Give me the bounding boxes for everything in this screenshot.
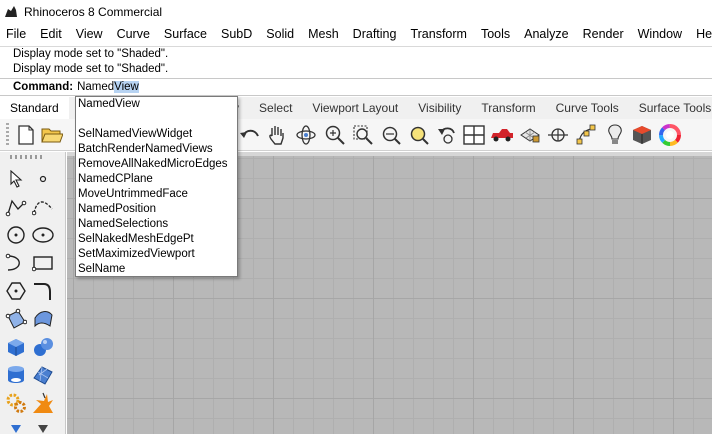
- autocomplete-item[interactable]: MoveUntrimmedFace: [76, 187, 237, 202]
- menu-tools[interactable]: Tools: [475, 27, 518, 41]
- fillet-icon[interactable]: [30, 278, 56, 304]
- tab-visibility[interactable]: Visibility: [408, 97, 471, 119]
- curve-icon[interactable]: [30, 194, 56, 220]
- tab-viewport-layout[interactable]: Viewport Layout: [302, 97, 408, 119]
- menu-render[interactable]: Render: [577, 27, 632, 41]
- sphere-solid-icon[interactable]: [30, 334, 56, 360]
- command-line[interactable]: Command: Named View: [0, 78, 712, 96]
- tab-select[interactable]: Select: [249, 97, 302, 119]
- zoom-extents-icon[interactable]: [377, 121, 405, 149]
- tab-standard[interactable]: Standard: [0, 97, 69, 119]
- mesh-surface-icon[interactable]: [30, 362, 56, 388]
- extrude-arrow-icon[interactable]: [3, 418, 29, 444]
- gear-icon[interactable]: [3, 390, 29, 416]
- menu-transform[interactable]: Transform: [404, 27, 475, 41]
- tab-surface-tools[interactable]: Surface Tools: [629, 97, 712, 119]
- undo-view-icon[interactable]: [433, 121, 461, 149]
- cylinder-icon[interactable]: [3, 362, 29, 388]
- menu-view[interactable]: View: [70, 27, 111, 41]
- new-file-icon[interactable]: [12, 121, 40, 149]
- autocomplete-item[interactable]: BatchRenderNamedViews: [76, 142, 237, 157]
- open-folder-icon[interactable]: [38, 121, 66, 149]
- rotate-view-icon[interactable]: [292, 121, 320, 149]
- title-bar: Rhinoceros 8 Commercial: [0, 0, 712, 24]
- surface-edge-icon[interactable]: [30, 306, 56, 332]
- autocomplete-item[interactable]: NamedSelections: [76, 217, 237, 232]
- car-render-icon[interactable]: [488, 121, 516, 149]
- point-icon[interactable]: [30, 166, 56, 192]
- surface-corner-icon[interactable]: [3, 306, 29, 332]
- rhino-logo-icon: [5, 6, 17, 17]
- menu-mesh[interactable]: Mesh: [302, 27, 347, 41]
- autocomplete-item[interactable]: SetMaximizedViewport: [76, 247, 237, 262]
- ellipse-icon[interactable]: [30, 222, 56, 248]
- box-solid-icon[interactable]: [3, 334, 29, 360]
- undo-icon[interactable]: [236, 121, 264, 149]
- autocomplete-item[interactable]: RemoveAllNakedMicroEdges: [76, 157, 237, 172]
- four-viewports-icon[interactable]: [460, 121, 488, 149]
- autocomplete-item[interactable]: NamedCPlane: [76, 172, 237, 187]
- sidebar-grip[interactable]: [10, 155, 42, 159]
- light-bulb-icon[interactable]: [601, 121, 629, 149]
- menu-solid[interactable]: Solid: [260, 27, 302, 41]
- left-toolbar: [0, 152, 66, 434]
- window-title: Rhinoceros 8 Commercial: [24, 5, 163, 19]
- polygon-icon[interactable]: [3, 278, 29, 304]
- color-wheel-icon[interactable]: [656, 121, 684, 149]
- menu-help[interactable]: Help: [690, 27, 712, 41]
- named-views-icon[interactable]: [516, 121, 544, 149]
- toolbar-grip[interactable]: [6, 123, 9, 147]
- tab-curve-tools[interactable]: Curve Tools: [546, 97, 629, 119]
- autocomplete-item[interactable]: SelName: [76, 262, 237, 277]
- autocomplete-items: SelNamedViewWidget BatchRenderNamedViews…: [76, 127, 237, 277]
- command-input-selected-text[interactable]: View: [114, 81, 139, 93]
- autocomplete-current[interactable]: NamedView: [76, 97, 237, 112]
- zoom-dynamic-icon[interactable]: [321, 121, 349, 149]
- cage-edit-icon[interactable]: [30, 418, 56, 444]
- command-prompt-label: Command:: [13, 81, 74, 93]
- pan-hand-icon[interactable]: [263, 121, 291, 149]
- command-input-text[interactable]: Named: [77, 81, 114, 93]
- menu-file[interactable]: File: [0, 27, 34, 41]
- arc-icon[interactable]: [3, 250, 29, 276]
- menu-drafting[interactable]: Drafting: [347, 27, 405, 41]
- history-line: Display mode set to "Shaded".: [13, 63, 169, 75]
- autocomplete-item[interactable]: SelNakedMeshEdgePt: [76, 232, 237, 247]
- autocomplete-item[interactable]: SelNamedViewWidget: [76, 127, 237, 142]
- menu-subd[interactable]: SubD: [215, 27, 260, 41]
- rectangle-icon[interactable]: [30, 250, 56, 276]
- cplane-icon[interactable]: [544, 121, 572, 149]
- menu-edit[interactable]: Edit: [34, 27, 70, 41]
- zoom-window-icon[interactable]: [349, 121, 377, 149]
- history-line: Display mode set to "Shaded".: [13, 48, 169, 60]
- point-edit-icon[interactable]: [572, 121, 600, 149]
- menu-window[interactable]: Window: [632, 27, 690, 41]
- explode-icon[interactable]: [30, 390, 56, 416]
- command-autocomplete-list: NamedView SelNamedViewWidget BatchRender…: [75, 96, 238, 277]
- tab-transform[interactable]: Transform: [471, 97, 545, 119]
- menu-bar: File Edit View Curve Surface SubD Solid …: [0, 24, 712, 44]
- menu-curve[interactable]: Curve: [111, 27, 158, 41]
- menu-analyze[interactable]: Analyze: [518, 27, 576, 41]
- autocomplete-item[interactable]: NamedPosition: [76, 202, 237, 217]
- command-history[interactable]: Display mode set to "Shaded". Display mo…: [0, 46, 712, 78]
- material-icon[interactable]: [628, 121, 656, 149]
- select-arrow-icon[interactable]: [3, 166, 29, 192]
- polyline-icon[interactable]: [3, 194, 29, 220]
- menu-surface[interactable]: Surface: [158, 27, 215, 41]
- zoom-selected-icon[interactable]: [405, 121, 433, 149]
- circle-icon[interactable]: [3, 222, 29, 248]
